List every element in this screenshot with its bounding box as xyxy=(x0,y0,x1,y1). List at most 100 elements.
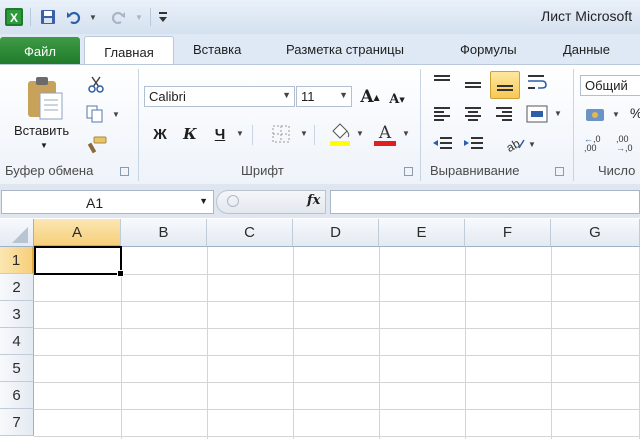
fill-color-dropdown-icon[interactable]: ▼ xyxy=(356,129,364,138)
fill-color-icon[interactable] xyxy=(328,121,352,150)
format-painter-icon[interactable] xyxy=(86,135,108,158)
grid-line xyxy=(465,247,466,439)
row-header-6[interactable]: 6 xyxy=(0,382,34,409)
grid-line xyxy=(207,247,208,439)
tab-insert[interactable]: Вставка xyxy=(193,42,241,57)
currency-dropdown-icon[interactable]: ▼ xyxy=(612,110,620,119)
redo-icon[interactable] xyxy=(108,7,128,27)
worksheet-grid[interactable]: A B C D E F G 1 2 3 4 5 6 7 xyxy=(0,219,640,439)
row-header-5[interactable]: 5 xyxy=(0,355,34,382)
align-middle-icon[interactable] xyxy=(463,77,483,98)
currency-icon[interactable] xyxy=(584,105,608,128)
fill-handle[interactable] xyxy=(117,270,124,277)
font-color-icon[interactable]: A xyxy=(372,121,398,150)
formula-input[interactable] xyxy=(330,190,640,214)
align-bottom-icon xyxy=(497,85,513,91)
tab-home[interactable]: Главная xyxy=(84,36,174,67)
italic-button[interactable]: К xyxy=(179,123,201,145)
grid-line xyxy=(551,247,552,439)
merge-dropdown-icon[interactable]: ▼ xyxy=(554,109,562,118)
align-center-icon[interactable] xyxy=(463,105,483,126)
alignment-launcher-icon[interactable] xyxy=(555,167,564,176)
column-header-E[interactable]: E xyxy=(379,219,465,247)
align-bottom-button[interactable] xyxy=(490,71,520,99)
merge-icon[interactable] xyxy=(526,103,548,128)
undo-icon[interactable] xyxy=(64,7,84,27)
select-all-button[interactable] xyxy=(0,219,34,247)
svg-text:A: A xyxy=(378,123,392,143)
number-format-combo[interactable]: Общий xyxy=(580,75,640,96)
font-name-value: Calibri xyxy=(149,89,186,104)
shrink-font-icon[interactable]: A ▼ xyxy=(386,89,408,109)
tab-formulas[interactable]: Формулы xyxy=(460,42,517,57)
align-right-icon[interactable] xyxy=(494,105,514,126)
redo-dropdown-icon[interactable]: ▼ xyxy=(134,7,144,27)
underline-button[interactable]: Ч xyxy=(209,123,231,145)
save-icon[interactable] xyxy=(38,7,58,27)
tab-page-layout[interactable]: Разметка страницы xyxy=(286,42,404,57)
insert-function-button[interactable]: fx xyxy=(307,193,320,208)
cut-icon[interactable] xyxy=(87,75,105,96)
grid-line xyxy=(379,247,380,439)
align-top-icon[interactable] xyxy=(432,73,452,94)
select-all-icon xyxy=(12,227,28,243)
font-group-label: Шрифт xyxy=(241,163,284,178)
paste-label[interactable]: Вставить xyxy=(14,123,69,138)
column-header-D[interactable]: D xyxy=(293,219,379,247)
number-group-label: Число xyxy=(598,163,636,178)
separator xyxy=(30,8,31,26)
borders-dropdown-icon[interactable]: ▼ xyxy=(300,129,308,138)
selected-cell-A1[interactable] xyxy=(34,246,124,277)
font-launcher-icon[interactable] xyxy=(404,167,413,176)
customize-icon[interactable] xyxy=(156,7,170,27)
align-left-icon[interactable] xyxy=(432,105,452,126)
clipboard-launcher-icon[interactable] xyxy=(120,167,129,176)
underline-dropdown-icon[interactable]: ▼ xyxy=(236,129,244,138)
font-size-combo[interactable]: 11 ▼ xyxy=(296,86,352,107)
splitter-handle-icon[interactable] xyxy=(227,195,239,207)
undo-dropdown-icon[interactable]: ▼ xyxy=(88,7,98,27)
bold-button[interactable]: Ж xyxy=(149,123,171,145)
orientation-dropdown-icon[interactable]: ▼ xyxy=(528,140,536,149)
grid-line xyxy=(34,328,640,329)
percent-button[interactable]: % xyxy=(630,105,640,121)
font-size-dropdown-icon[interactable]: ▼ xyxy=(339,90,348,100)
decrease-indent-icon[interactable] xyxy=(432,135,454,156)
paste-icon[interactable] xyxy=(24,75,64,124)
font-name-combo[interactable]: Calibri ▼ xyxy=(144,86,295,107)
title-bar: X ▼ ▼ Лист Microsoft xyxy=(0,0,640,35)
row-header-2[interactable]: 2 xyxy=(0,274,34,301)
copy-dropdown-icon[interactable]: ▼ xyxy=(112,110,120,119)
row-header-1[interactable]: 1 xyxy=(0,247,34,274)
column-header-F[interactable]: F xyxy=(465,219,551,247)
tab-file[interactable]: Файл xyxy=(0,37,80,65)
font-color-dropdown-icon[interactable]: ▼ xyxy=(402,129,410,138)
ribbon: Вставить ▼ ▼ Буфер обмена Calibri ▼ 11 ▼… xyxy=(0,64,640,185)
name-box-dropdown-icon[interactable]: ▼ xyxy=(199,196,208,206)
increase-decimal-icon[interactable]: ←,0,00 xyxy=(584,135,601,153)
separator xyxy=(150,8,151,26)
column-header-C[interactable]: C xyxy=(207,219,293,247)
svg-text:ab: ab xyxy=(504,136,523,153)
column-header-G[interactable]: G xyxy=(551,219,640,247)
wrap-text-icon[interactable] xyxy=(526,73,548,96)
grow-font-icon[interactable]: A ▲ xyxy=(358,86,382,108)
copy-icon[interactable] xyxy=(86,105,106,126)
excel-logo-icon[interactable]: X xyxy=(4,7,24,27)
grid-line xyxy=(34,274,640,275)
increase-indent-icon[interactable] xyxy=(463,135,485,156)
row-header-4[interactable]: 4 xyxy=(0,328,34,355)
separator xyxy=(138,69,139,181)
row-header-3[interactable]: 3 xyxy=(0,301,34,328)
name-box[interactable]: A1 ▼ xyxy=(1,190,214,214)
column-header-B[interactable]: B xyxy=(121,219,207,247)
borders-icon[interactable] xyxy=(272,125,290,146)
column-header-A[interactable]: A xyxy=(34,219,121,247)
row-header-7[interactable]: 7 xyxy=(0,409,34,436)
tab-data[interactable]: Данные xyxy=(563,42,610,57)
paste-dropdown-icon[interactable]: ▼ xyxy=(40,141,48,150)
orientation-icon[interactable]: ab xyxy=(504,135,526,156)
decrease-decimal-icon[interactable]: ,00 →,0 xyxy=(616,135,633,153)
font-name-dropdown-icon[interactable]: ▼ xyxy=(282,90,291,100)
clipboard-group-label: Буфер обмена xyxy=(5,163,94,178)
